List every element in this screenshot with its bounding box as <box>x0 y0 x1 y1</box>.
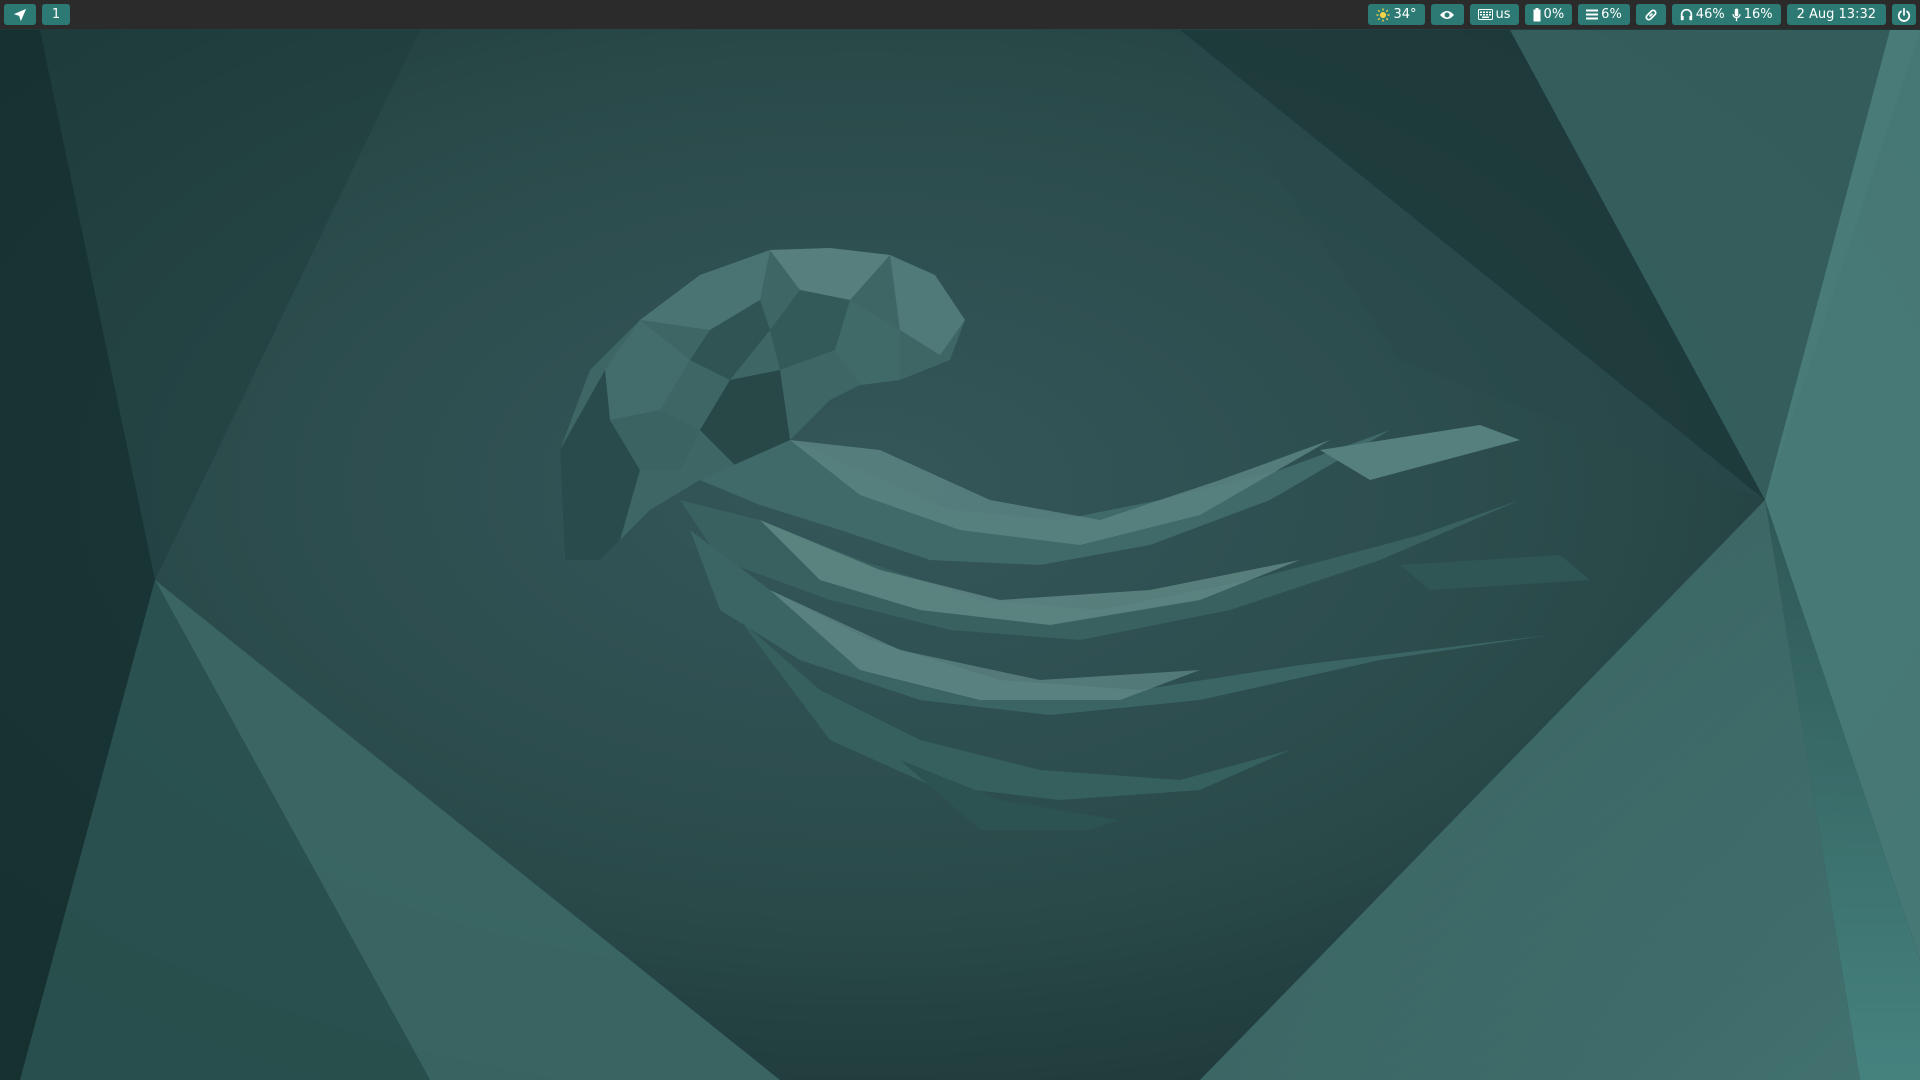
volume-value: 46% <box>1695 7 1725 22</box>
wallpaper <box>0 0 1920 1080</box>
top-bar-left: 1 <box>4 0 70 29</box>
keyboard-layout-label: us <box>1495 7 1511 22</box>
top-bar: 1 34° us 0% 6% 46% 16% 2 Aug 13:32 <box>0 0 1920 29</box>
battery-value: 0% <box>1543 7 1565 22</box>
list-icon <box>1586 9 1599 20</box>
temperature-value: 34° <box>1393 7 1417 22</box>
audio-widget[interactable]: 46% 16% <box>1671 4 1781 25</box>
eye-icon <box>1439 9 1455 21</box>
top-bar-right: 34° us 0% 6% 46% 16% 2 Aug 13:32 <box>1368 0 1916 29</box>
power-button[interactable] <box>1892 4 1916 25</box>
memory-value: 6% <box>1601 7 1622 22</box>
battery-icon <box>1533 7 1541 22</box>
weather-widget[interactable]: 34° <box>1368 4 1425 25</box>
app-launcher-button[interactable] <box>4 4 36 25</box>
desktop: 1 34° us 0% 6% 46% 16% 2 Aug 13:32 <box>0 0 1920 1080</box>
clock-label: 2 Aug 13:32 <box>1796 7 1876 22</box>
microphone-icon <box>1732 7 1741 22</box>
keyboard-layout-widget[interactable]: us <box>1469 4 1519 25</box>
redshift-toggle[interactable] <box>1430 4 1464 25</box>
microphone-value: 16% <box>1743 7 1773 22</box>
clock-widget[interactable]: 2 Aug 13:32 <box>1786 4 1886 25</box>
battery-widget[interactable]: 0% <box>1524 4 1573 25</box>
power-icon <box>1897 7 1911 22</box>
keyboard-icon <box>1477 9 1493 20</box>
network-widget[interactable] <box>1635 4 1666 25</box>
link-icon <box>1644 8 1658 22</box>
memory-widget[interactable]: 6% <box>1578 4 1630 25</box>
workspace-1-button[interactable]: 1 <box>42 4 70 25</box>
sun-icon <box>1376 7 1391 22</box>
rocket-icon <box>13 8 27 22</box>
headphones-icon <box>1680 8 1693 21</box>
workspace-label: 1 <box>51 7 61 22</box>
